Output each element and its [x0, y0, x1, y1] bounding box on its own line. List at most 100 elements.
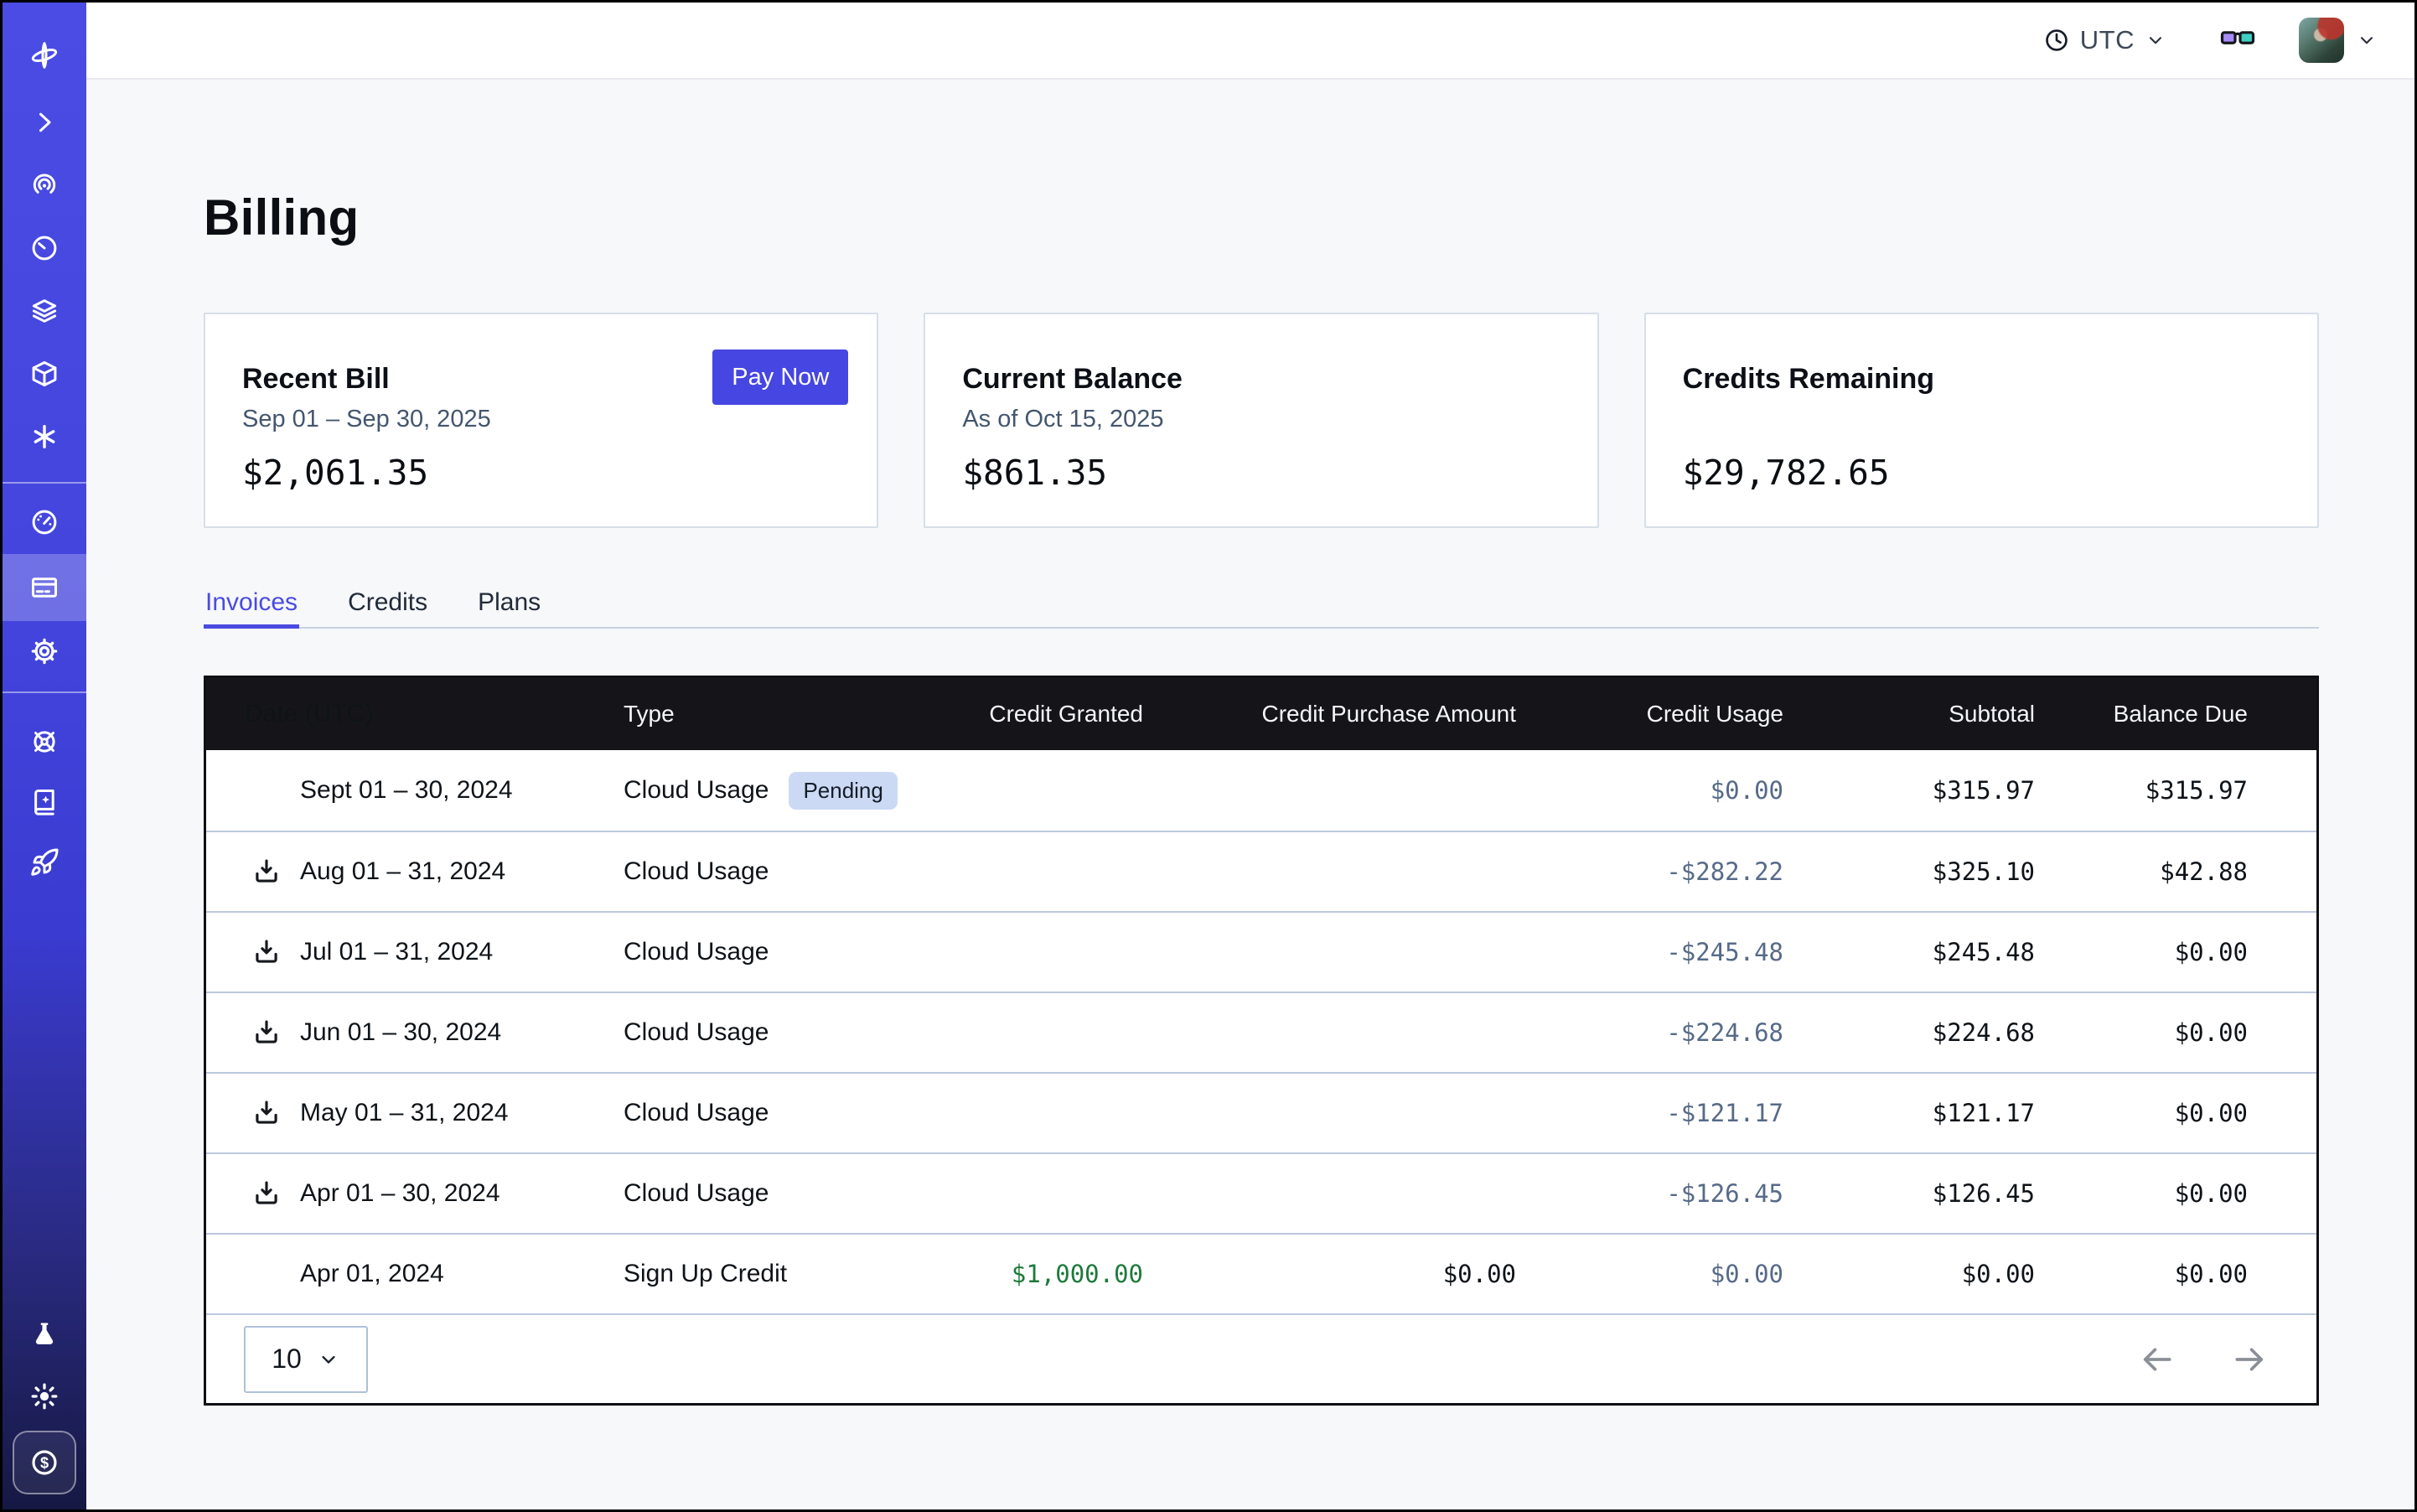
- table-row: May 01 – 31, 2024 Cloud Usage -$121.17 $…: [206, 1072, 2316, 1152]
- history-clock-icon[interactable]: [3, 217, 86, 279]
- column-header-credit-granted: Credit Granted: [963, 701, 1143, 728]
- download-icon: [251, 1178, 282, 1209]
- download-invoice-button[interactable]: [251, 937, 282, 967]
- app-logo-icon[interactable]: [3, 24, 86, 86]
- next-page-arrow-icon[interactable]: [2231, 1341, 2268, 1378]
- invoices-table: Date (UTC) Type Credit Granted Credit Pu…: [204, 676, 2319, 1406]
- subtotal-value: $315.97: [1783, 776, 2035, 805]
- download-invoice-button[interactable]: [251, 1017, 282, 1048]
- credit-usage-value: -$224.68: [1516, 1018, 1783, 1047]
- pay-now-button[interactable]: Pay Now: [712, 350, 848, 405]
- column-header-credit-purchase-amount: Credit Purchase Amount: [1143, 701, 1516, 728]
- invoice-type: Cloud Usage: [624, 857, 769, 886]
- flask-icon[interactable]: [3, 1303, 86, 1365]
- invoice-type: Cloud Usage: [624, 938, 769, 966]
- invoice-date: Apr 01 – 30, 2024: [300, 1179, 500, 1208]
- book-sparkle-icon[interactable]: [3, 772, 86, 832]
- subtotal-value: $325.10: [1783, 857, 2035, 886]
- download-invoice-button[interactable]: [251, 1178, 282, 1209]
- balance-due-value: $0.00: [2035, 1018, 2316, 1047]
- helm-icon[interactable]: [3, 712, 86, 772]
- invoice-type-cell: Cloud Usage: [624, 857, 963, 886]
- card-title: Credits Remaining: [1683, 363, 2280, 396]
- tab-credits[interactable]: Credits: [346, 580, 429, 629]
- account-menu-chevron-icon[interactable]: [2356, 29, 2378, 51]
- invoice-type: Cloud Usage: [624, 1179, 769, 1208]
- cube-icon[interactable]: [3, 343, 86, 405]
- download-icon: [251, 857, 282, 887]
- page-title: Billing: [204, 187, 2319, 249]
- invoice-date: May 01 – 31, 2024: [300, 1099, 509, 1127]
- invoice-type-cell: Cloud Usage: [624, 1099, 963, 1127]
- topbar: UTC: [86, 3, 2414, 80]
- download-invoice-button[interactable]: [251, 1098, 282, 1128]
- tab-plans[interactable]: Plans: [476, 580, 542, 629]
- column-header-balance-due: Balance Due: [2035, 701, 2316, 728]
- card-amount: $29,782.65: [1683, 453, 2280, 493]
- invoice-type: Cloud Usage: [624, 1018, 769, 1047]
- credits-remaining-card: Credits Remaining $29,782.65: [1644, 313, 2319, 528]
- invoice-date: Jul 01 – 31, 2024: [300, 938, 493, 966]
- table-footer: 10: [206, 1313, 2316, 1403]
- column-header-subtotal: Subtotal: [1783, 701, 2035, 728]
- balance-due-value: $0.00: [2035, 1099, 2316, 1127]
- invoice-type: Cloud Usage: [624, 776, 769, 805]
- billing-tabs: Invoices Credits Plans: [204, 580, 2319, 629]
- sidebar-divider: [3, 691, 86, 693]
- sun-icon[interactable]: [3, 1365, 86, 1427]
- gear-icon[interactable]: [3, 621, 86, 681]
- current-balance-card: Current Balance As of Oct 15, 2025 $861.…: [924, 313, 1598, 528]
- table-row: Jun 01 – 30, 2024 Cloud Usage -$224.68 $…: [206, 992, 2316, 1072]
- invoice-date-cell: Apr 01 – 30, 2024: [206, 1178, 624, 1209]
- asterisk-icon[interactable]: [3, 406, 86, 468]
- spiral-eye-icon[interactable]: [3, 154, 86, 216]
- tab-invoices[interactable]: Invoices: [204, 580, 299, 629]
- download-icon: [251, 1098, 282, 1128]
- invoice-date: Sept 01 – 30, 2024: [300, 776, 513, 805]
- subtotal-value: $224.68: [1783, 1018, 2035, 1047]
- page-size-select[interactable]: 10: [244, 1326, 368, 1393]
- credits-badge-button[interactable]: $: [3, 1427, 86, 1498]
- card-subtitle: As of Oct 15, 2025: [962, 406, 1560, 434]
- glasses-icon: [2218, 24, 2257, 53]
- dollar-badge-icon: $: [13, 1431, 76, 1494]
- page-size-value: 10: [272, 1344, 302, 1375]
- column-header-date: Date (UTC): [206, 700, 624, 728]
- card-amount: $861.35: [962, 453, 1560, 493]
- sidebar: $: [3, 3, 86, 1509]
- subtotal-value: $126.45: [1783, 1179, 2035, 1208]
- layers-icon[interactable]: [3, 280, 86, 342]
- subtotal-value: $121.17: [1783, 1099, 2035, 1127]
- gauge-icon[interactable]: [3, 492, 86, 552]
- pager-arrows: [2139, 1341, 2268, 1378]
- invoice-date-cell: Apr 01, 2024: [206, 1259, 624, 1289]
- column-header-type: Type: [624, 701, 963, 728]
- invoice-type-cell: Cloud Usage Pending: [624, 772, 963, 810]
- card-subtitle: Sep 01 – Sep 30, 2025: [242, 406, 840, 434]
- balance-due-value: $42.88: [2035, 857, 2316, 886]
- column-header-credit-usage: Credit Usage: [1516, 701, 1783, 728]
- invoice-type-cell: Cloud Usage: [624, 1179, 963, 1208]
- status-badge: Pending: [789, 772, 897, 810]
- card-amount: $2,061.35: [242, 453, 840, 493]
- sidebar-expand-chevron-icon[interactable]: [3, 91, 86, 153]
- chevron-down-icon: [317, 1348, 340, 1371]
- table-row: Aug 01 – 31, 2024 Cloud Usage -$282.22 $…: [206, 831, 2316, 911]
- credit-usage-value: -$121.17: [1516, 1099, 1783, 1127]
- previous-page-arrow-icon[interactable]: [2139, 1341, 2176, 1378]
- credit-card-icon[interactable]: [3, 554, 86, 621]
- credit-usage-value: -$245.48: [1516, 938, 1783, 966]
- download-invoice-button[interactable]: [251, 857, 282, 887]
- invoice-type: Cloud Usage: [624, 1099, 769, 1127]
- balance-due-value: $0.00: [2035, 1260, 2316, 1288]
- timezone-selector[interactable]: UTC: [2043, 25, 2166, 55]
- glasses-button[interactable]: [2218, 24, 2257, 57]
- avatar[interactable]: [2299, 18, 2344, 63]
- credit-usage-value: -$282.22: [1516, 857, 1783, 886]
- rocket-icon[interactable]: [3, 832, 86, 893]
- clock-icon: [2043, 27, 2070, 54]
- invoice-type: Sign Up Credit: [624, 1260, 787, 1288]
- table-body: Sept 01 – 30, 2024 Cloud Usage Pending $…: [206, 750, 2316, 1313]
- card-subtitle: [1683, 406, 2280, 434]
- balance-due-value: $0.00: [2035, 938, 2316, 966]
